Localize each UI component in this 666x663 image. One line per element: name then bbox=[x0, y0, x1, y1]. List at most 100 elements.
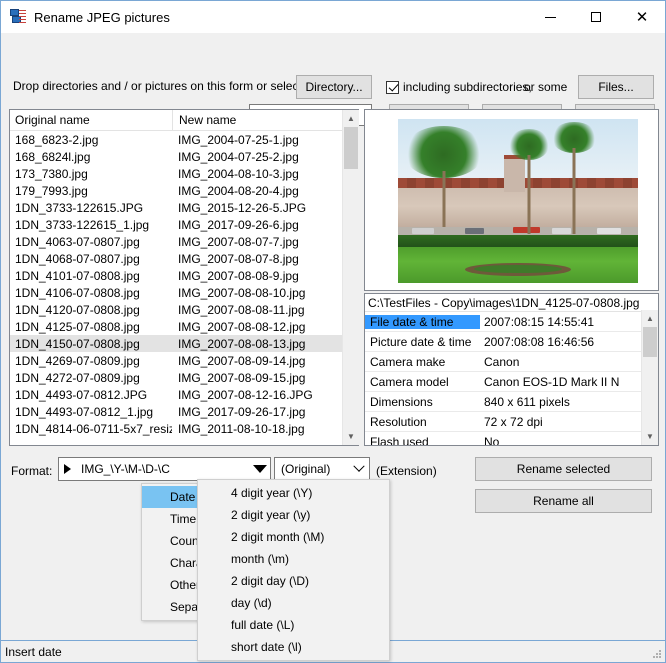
metadata-row[interactable]: File date & time 2007:08:15 14:55:41 bbox=[365, 312, 658, 332]
rename-selected-button[interactable]: Rename selected bbox=[475, 457, 652, 481]
include-subdirectories-checkbox[interactable]: including subdirectories, bbox=[386, 80, 532, 94]
date-token-menu-item[interactable]: month (\m) bbox=[198, 548, 389, 570]
date-token-menu-item[interactable]: 2 digit month (\M) bbox=[198, 526, 389, 548]
cell-new-name: IMG_2007-08-08-11.jpg bbox=[178, 302, 305, 317]
table-row[interactable]: 1DN_4493-07-0812_1.jpg IMG_2017-09-26-17.… bbox=[10, 403, 358, 420]
extension-dropdown-arrow[interactable] bbox=[349, 458, 369, 480]
table-row[interactable]: 1DN_4063-07-0807.jpg IMG_2007-08-07-7.jpg bbox=[10, 233, 358, 250]
cell-new-name: IMG_2015-12-26-5.JPG bbox=[178, 200, 307, 215]
cell-original-name: 168_6823-2.jpg bbox=[15, 132, 99, 147]
extension-combobox[interactable]: (Original) bbox=[274, 457, 370, 481]
resize-grip-icon[interactable] bbox=[651, 648, 663, 660]
scroll-down-icon[interactable]: ▼ bbox=[343, 428, 359, 445]
table-row[interactable]: 1DN_4269-07-0809.jpg IMG_2007-08-09-14.jp… bbox=[10, 352, 358, 369]
close-button[interactable]: ✕ bbox=[619, 1, 665, 33]
file-list-scroll-track[interactable] bbox=[343, 127, 359, 428]
file-list-scroll-thumb[interactable] bbox=[344, 127, 358, 169]
metadata-row[interactable]: Flash used No bbox=[365, 432, 658, 446]
app-icon bbox=[10, 9, 26, 25]
metadata-value: No bbox=[484, 434, 500, 446]
table-row[interactable]: 1DN_4106-07-0808.jpg IMG_2007-08-08-10.jp… bbox=[10, 284, 358, 301]
date-token-submenu[interactable]: 4 digit year (\Y) 2 digit year (\y) 2 digi… bbox=[197, 479, 390, 661]
table-row[interactable]: 1DN_4101-07-0808.jpg IMG_2007-08-08-9.jpg bbox=[10, 267, 358, 284]
close-icon: ✕ bbox=[635, 8, 649, 26]
cell-original-name: 173_7380.jpg bbox=[15, 166, 88, 181]
app-window: Rename JPEG pictures ✕ Drop directories … bbox=[0, 0, 666, 663]
metadata-scrollbar[interactable]: ▲ ▼ bbox=[641, 310, 658, 445]
scroll-down-icon[interactable]: ▼ bbox=[642, 428, 658, 445]
column-header-original-name[interactable]: Original name bbox=[10, 113, 172, 127]
metadata-scroll-thumb[interactable] bbox=[643, 327, 657, 357]
play-icon bbox=[64, 464, 71, 474]
extension-label: (Extension) bbox=[376, 464, 437, 478]
table-row[interactable]: 173_7380.jpg IMG_2004-08-10-3.jpg bbox=[10, 165, 358, 182]
cell-original-name: 1DN_4150-07-0808.jpg bbox=[15, 336, 140, 351]
cell-new-name: IMG_2004-08-20-4.jpg bbox=[178, 183, 299, 198]
date-token-menu-item[interactable]: full date (\L) bbox=[198, 614, 389, 636]
minimize-icon bbox=[544, 16, 556, 18]
scroll-up-icon[interactable]: ▲ bbox=[642, 310, 658, 327]
table-row[interactable]: 1DN_4120-07-0808.jpg IMG_2007-08-08-11.jp… bbox=[10, 301, 358, 318]
files-button[interactable]: Files... bbox=[578, 75, 654, 99]
date-token-menu-item[interactable]: 2 digit year (\y) bbox=[198, 504, 389, 526]
file-list-rows: 168_6823-2.jpg IMG_2004-07-25-1.jpg 168_68… bbox=[10, 131, 358, 437]
metadata-row[interactable]: Resolution 72 x 72 dpi bbox=[365, 412, 658, 432]
table-row[interactable]: 168_6823-2.jpg IMG_2004-07-25-1.jpg bbox=[10, 131, 358, 148]
table-row[interactable]: 1DN_4068-07-0807.jpg IMG_2007-08-07-8.jpg bbox=[10, 250, 358, 267]
metadata-row[interactable]: Picture date & time 2007:08:08 16:46:56 bbox=[365, 332, 658, 352]
status-text: Insert date bbox=[5, 644, 62, 659]
maximize-button[interactable] bbox=[573, 1, 619, 33]
cell-original-name: 1DN_3733-122615.JPG bbox=[15, 200, 144, 215]
cell-new-name: IMG_2007-08-08-12.jpg bbox=[178, 319, 306, 334]
cell-original-name: 1DN_4493-07-0812_1.jpg bbox=[15, 404, 154, 419]
table-row[interactable]: 1DN_4150-07-0808.jpg IMG_2007-08-08-13.jp… bbox=[10, 335, 358, 352]
metadata-value: 840 x 611 pixels bbox=[484, 394, 570, 409]
cell-original-name: 1DN_4101-07-0808.jpg bbox=[15, 268, 140, 283]
metadata-row[interactable]: Dimensions 840 x 611 pixels bbox=[365, 392, 658, 412]
date-token-menu-item[interactable]: 4 digit year (\Y) bbox=[198, 482, 389, 504]
date-token-menu-item[interactable]: short date (\l) bbox=[198, 636, 389, 658]
cell-original-name: 1DN_4269-07-0809.jpg bbox=[15, 353, 140, 368]
directory-button[interactable]: Directory... bbox=[296, 75, 372, 99]
date-token-menu-item[interactable]: day (\d) bbox=[198, 592, 389, 614]
cell-new-name: IMG_2007-08-07-7.jpg bbox=[178, 234, 299, 249]
cell-new-name: IMG_2017-09-26-6.jpg bbox=[178, 217, 299, 232]
metadata-value: Canon EOS-1D Mark II N bbox=[484, 374, 620, 389]
table-row[interactable]: 1DN_4272-07-0809.jpg IMG_2007-08-09-15.jp… bbox=[10, 369, 358, 386]
photo-palm-tree bbox=[508, 128, 550, 234]
metadata-scroll-track[interactable] bbox=[642, 327, 658, 428]
cell-new-name: IMG_2007-08-08-13.jpg bbox=[178, 336, 306, 351]
format-combobox[interactable]: IMG_\Y-\M-\D-\C bbox=[58, 457, 271, 481]
checkbox-checked-icon bbox=[386, 80, 399, 94]
cell-new-name: IMG_2007-08-12-16.JPG bbox=[178, 387, 313, 402]
cell-new-name: IMG_2004-07-25-1.jpg bbox=[178, 132, 299, 147]
scroll-up-icon[interactable]: ▲ bbox=[343, 110, 359, 127]
table-row[interactable]: 179_7993.jpg IMG_2004-08-20-4.jpg bbox=[10, 182, 358, 199]
metadata-row[interactable]: Camera model Canon EOS-1D Mark II N bbox=[365, 372, 658, 392]
cell-original-name: 168_6824l.jpg bbox=[15, 149, 91, 164]
metadata-key: Dimensions bbox=[370, 394, 433, 409]
table-row[interactable]: 1DN_3733-122615_1.jpg IMG_2017-09-26-6.jp… bbox=[10, 216, 358, 233]
metadata-key: Picture date & time bbox=[370, 334, 472, 349]
format-dropdown-arrow[interactable] bbox=[250, 458, 270, 480]
photo-car bbox=[465, 228, 485, 234]
cell-original-name: 1DN_4125-07-0808.jpg bbox=[15, 319, 140, 334]
extension-value: (Original) bbox=[281, 462, 331, 476]
column-header-new-name[interactable]: New name bbox=[172, 110, 358, 130]
metadata-row[interactable]: Camera make Canon bbox=[365, 352, 658, 372]
metadata-key: Resolution bbox=[370, 414, 427, 429]
table-row[interactable]: 168_6824l.jpg IMG_2004-07-25-2.jpg bbox=[10, 148, 358, 165]
maximize-icon bbox=[591, 12, 601, 22]
file-list-scrollbar[interactable]: ▲ ▼ bbox=[342, 110, 359, 445]
table-row[interactable]: 1DN_4814-06-0711-5x7_resiz... IMG_2011-08… bbox=[10, 420, 358, 437]
table-row[interactable]: 1DN_3733-122615.JPG IMG_2015-12-26-5.JPG bbox=[10, 199, 358, 216]
rename-all-button[interactable]: Rename all bbox=[475, 489, 652, 513]
minimize-button[interactable] bbox=[527, 1, 573, 33]
date-token-menu-item[interactable]: 2 digit day (\D) bbox=[198, 570, 389, 592]
table-row[interactable]: 1DN_4125-07-0808.jpg IMG_2007-08-08-12.jp… bbox=[10, 318, 358, 335]
menu-item-label: full date (\L) bbox=[231, 618, 295, 632]
photo-car bbox=[597, 228, 622, 234]
metadata-value: 2007:08:08 16:46:56 bbox=[484, 334, 595, 349]
chevron-down-icon bbox=[353, 460, 365, 472]
table-row[interactable]: 1DN_4493-07-0812.JPG IMG_2007-08-12-16.JP… bbox=[10, 386, 358, 403]
